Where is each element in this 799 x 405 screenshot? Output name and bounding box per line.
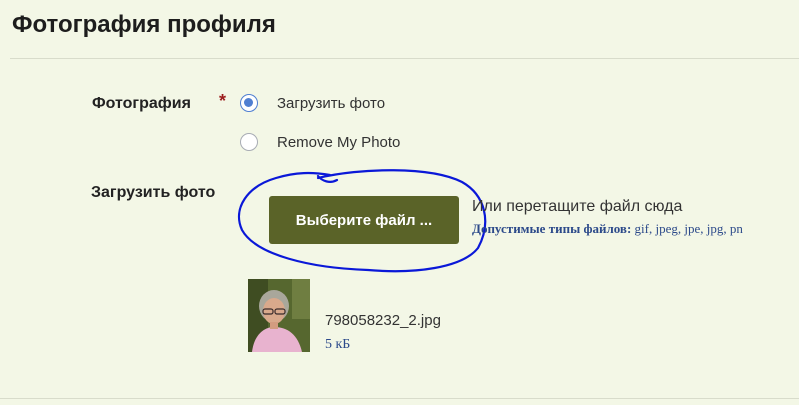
user-photo-image [248, 279, 310, 352]
photo-field-label: Фотография [92, 95, 191, 112]
title-divider [10, 58, 799, 59]
uploaded-file-name: 798058232_2.jpg [325, 312, 441, 329]
section-divider [0, 398, 799, 399]
allowed-types-label: Допустимые типы файлов: [472, 221, 632, 236]
radio-option-remove-photo[interactable]: Remove My Photo [240, 133, 400, 151]
uploaded-photo-thumbnail [248, 279, 310, 352]
required-marker: * [219, 91, 227, 111]
radio-button-unselected-icon[interactable] [240, 133, 258, 151]
drop-zone-hint: Или перетащите файл сюда [472, 198, 683, 215]
radio-label-upload-photo[interactable]: Загрузить фото [277, 95, 385, 112]
radio-option-upload-photo[interactable]: Загрузить фото [240, 94, 385, 112]
choose-file-button[interactable]: Выберите файл ... [269, 196, 459, 244]
radio-label-remove-photo[interactable]: Remove My Photo [277, 134, 400, 151]
radio-button-selected-icon[interactable] [240, 94, 258, 112]
upload-field-label: Загрузить фото [91, 184, 216, 201]
page-title: Фотография профиля [12, 11, 276, 38]
allowed-file-types: Допустимые типы файлов: gif, jpeg, jpe, … [472, 221, 743, 237]
allowed-types-value: gif, jpeg, jpe, jpg, pn [634, 221, 743, 236]
uploaded-file-size: 5 кБ [325, 337, 351, 352]
